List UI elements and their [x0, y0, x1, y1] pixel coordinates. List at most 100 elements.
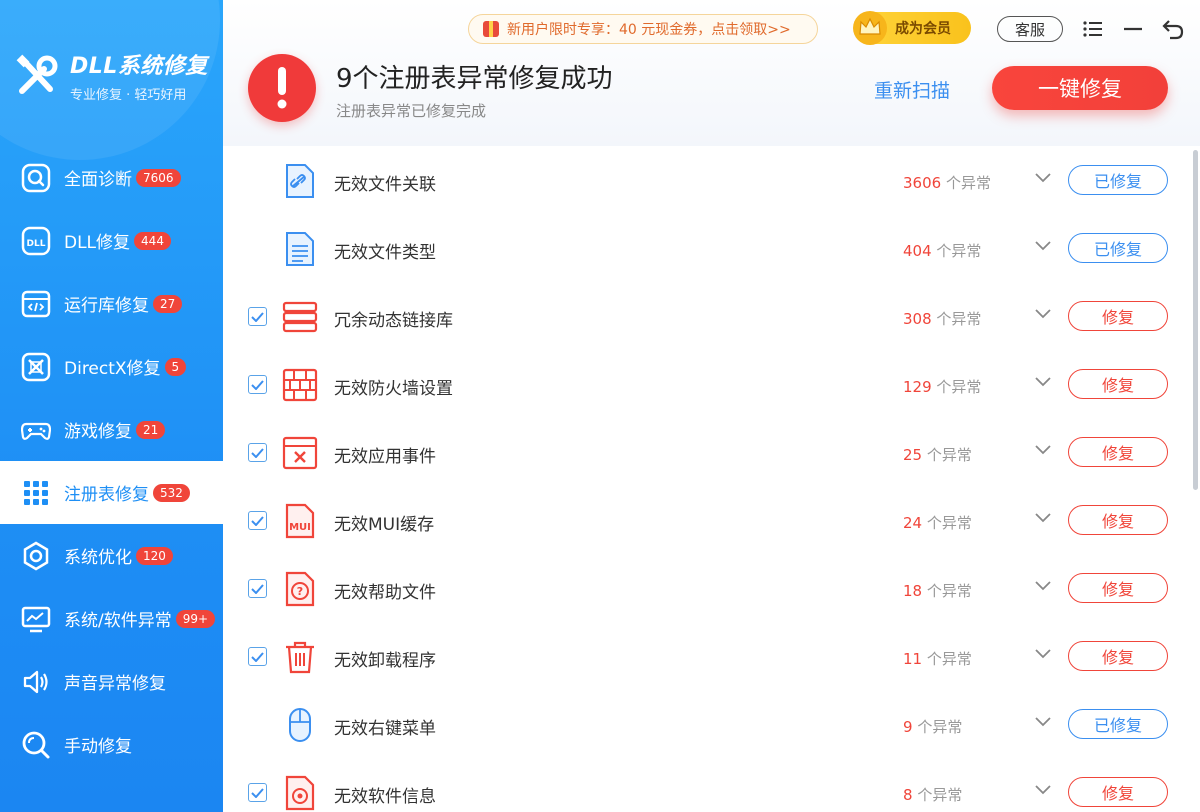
page-title: 9个注册表异常修复成功	[336, 64, 613, 94]
item-name: 无效帮助文件	[334, 583, 436, 603]
sidebar-item-label: 全面诊断	[64, 170, 132, 190]
promo-banner[interactable]: 新用户限时专享：40 元现金券，点击领取>>	[468, 14, 818, 44]
item-count: 8 个异常	[903, 786, 963, 804]
back-icon[interactable]	[1161, 17, 1185, 41]
item-checkbox[interactable]	[248, 375, 267, 394]
fix-button[interactable]: 修复	[1068, 505, 1168, 535]
sidebar-item-label: 注册表修复	[64, 485, 149, 505]
item-name: 无效文件关联	[334, 175, 436, 195]
count-badge: 120	[136, 546, 173, 565]
fix-all-button[interactable]: 一键修复	[992, 66, 1168, 110]
item-name: 无效防火墙设置	[334, 379, 453, 399]
minimize-icon[interactable]	[1121, 17, 1145, 41]
item-checkbox[interactable]	[248, 783, 267, 802]
item-checkbox[interactable]	[248, 647, 267, 666]
list-item: MUI 无效MUI缓存 24 个异常 修复	[223, 486, 1193, 554]
item-count: 11 个异常	[903, 650, 972, 668]
sidebar-item-runtime-repair[interactable]: 运行库修复 27	[0, 272, 223, 335]
mui-file-icon: MUI	[285, 503, 315, 539]
sidebar-item-label: 游戏修复	[64, 422, 132, 442]
crown-icon	[853, 11, 887, 45]
sidebar-item-full-diagnosis[interactable]: 全面诊断 7606	[0, 146, 223, 209]
chevron-down-icon[interactable]	[1034, 784, 1052, 796]
app-error-icon	[282, 436, 318, 470]
item-checkbox[interactable]	[248, 579, 267, 598]
speaker-icon	[20, 666, 52, 698]
fixed-button[interactable]: 已修复	[1068, 233, 1168, 263]
fix-button[interactable]: 修复	[1068, 369, 1168, 399]
file-link-icon	[286, 164, 314, 198]
sidebar-item-software-anomaly[interactable]: 系统/软件异常 99+	[0, 587, 223, 650]
wrench-screwdriver-icon	[16, 54, 58, 94]
count-badge: 7606	[136, 168, 181, 187]
chevron-down-icon[interactable]	[1034, 444, 1052, 456]
count-badge: 532	[153, 483, 190, 502]
fix-button[interactable]: 修复	[1068, 573, 1168, 603]
chevron-down-icon[interactable]	[1034, 512, 1052, 524]
count-badge: 99+	[175, 609, 216, 628]
fixed-button[interactable]: 已修复	[1068, 709, 1168, 739]
firewall-icon	[282, 368, 318, 402]
sidebar-item-dll-repair[interactable]: DLL DLL修复 444	[0, 209, 223, 272]
mouse-icon	[289, 708, 311, 742]
sidebar: DLL系统修复 专业修复 · 轻巧好用 全面诊断 7606 DLL DLL修复 …	[0, 0, 223, 812]
svg-text:MUI: MUI	[289, 522, 311, 533]
chevron-down-icon[interactable]	[1034, 172, 1052, 184]
svg-text:DLL: DLL	[27, 239, 46, 249]
document-icon	[286, 232, 314, 266]
item-name: 冗余动态链接库	[334, 311, 453, 331]
sidebar-item-label: 系统优化	[64, 548, 132, 568]
chevron-down-icon[interactable]	[1034, 376, 1052, 388]
chevron-down-icon[interactable]	[1034, 716, 1052, 728]
sidebar-item-sound-repair[interactable]: 声音异常修复	[0, 650, 223, 713]
item-checkbox[interactable]	[248, 307, 267, 326]
item-name: 无效右键菜单	[334, 719, 436, 739]
item-name: 无效应用事件	[334, 447, 436, 467]
app-subtitle: 专业修复 · 轻巧好用	[70, 88, 187, 103]
chevron-down-icon[interactable]	[1034, 240, 1052, 252]
trash-icon	[286, 641, 314, 674]
fix-button[interactable]: 修复	[1068, 641, 1168, 671]
item-count: 9 个异常	[903, 718, 963, 736]
chevron-down-icon[interactable]	[1034, 580, 1052, 592]
sidebar-item-label: 声音异常修复	[64, 674, 166, 694]
sidebar-item-registry-repair[interactable]: 注册表修复 532	[0, 461, 223, 524]
list-item: 无效防火墙设置 129 个异常 修复	[223, 350, 1193, 418]
sidebar-item-manual-repair[interactable]: 手动修复	[0, 713, 223, 776]
help-file-icon: ?	[285, 571, 315, 607]
rescan-button[interactable]: 重新扫描	[874, 76, 950, 103]
count-badge: 21	[136, 420, 166, 439]
vip-button[interactable]: 成为会员	[853, 11, 971, 45]
manual-search-icon	[20, 729, 52, 761]
sidebar-item-system-optimize[interactable]: 系统优化 120	[0, 524, 223, 587]
customer-service-button[interactable]: 客服	[997, 16, 1063, 42]
menu-icon[interactable]	[1081, 17, 1105, 41]
server-stack-icon	[282, 301, 318, 333]
sidebar-item-game-repair[interactable]: 游戏修复 21	[0, 398, 223, 461]
count-badge: 444	[134, 231, 171, 250]
chevron-down-icon[interactable]	[1034, 308, 1052, 320]
alert-icon	[248, 54, 316, 122]
fix-button[interactable]: 修复	[1068, 437, 1168, 467]
monitor-icon	[20, 603, 52, 635]
list-item: ? 无效帮助文件 18 个异常 修复	[223, 554, 1193, 622]
sidebar-item-directx-repair[interactable]: DirectX修复 5	[0, 335, 223, 398]
gamepad-icon	[20, 414, 52, 446]
list-item: 无效右键菜单 9 个异常 已修复	[223, 690, 1193, 758]
item-checkbox[interactable]	[248, 443, 267, 462]
fixed-button[interactable]: 已修复	[1068, 165, 1168, 195]
sidebar-item-label: 手动修复	[64, 737, 132, 757]
item-checkbox[interactable]	[248, 511, 267, 530]
page-subtitle: 注册表异常已修复完成	[336, 102, 487, 120]
item-name: 无效软件信息	[334, 787, 436, 807]
topbar: 新用户限时专享：40 元现金券，点击领取>> 成为会员 客服	[223, 0, 1200, 60]
software-info-icon	[285, 775, 315, 811]
repair-list: 无效文件关联 3606 个异常 已修复 无效文件类型 404 个异常 已修复 冗…	[223, 146, 1200, 812]
chevron-down-icon[interactable]	[1034, 648, 1052, 660]
directx-icon	[20, 351, 52, 383]
fix-button[interactable]: 修复	[1068, 777, 1168, 807]
dll-file-icon: DLL	[20, 225, 52, 257]
scrollbar[interactable]	[1193, 150, 1198, 490]
item-count: 18 个异常	[903, 582, 972, 600]
fix-button[interactable]: 修复	[1068, 301, 1168, 331]
